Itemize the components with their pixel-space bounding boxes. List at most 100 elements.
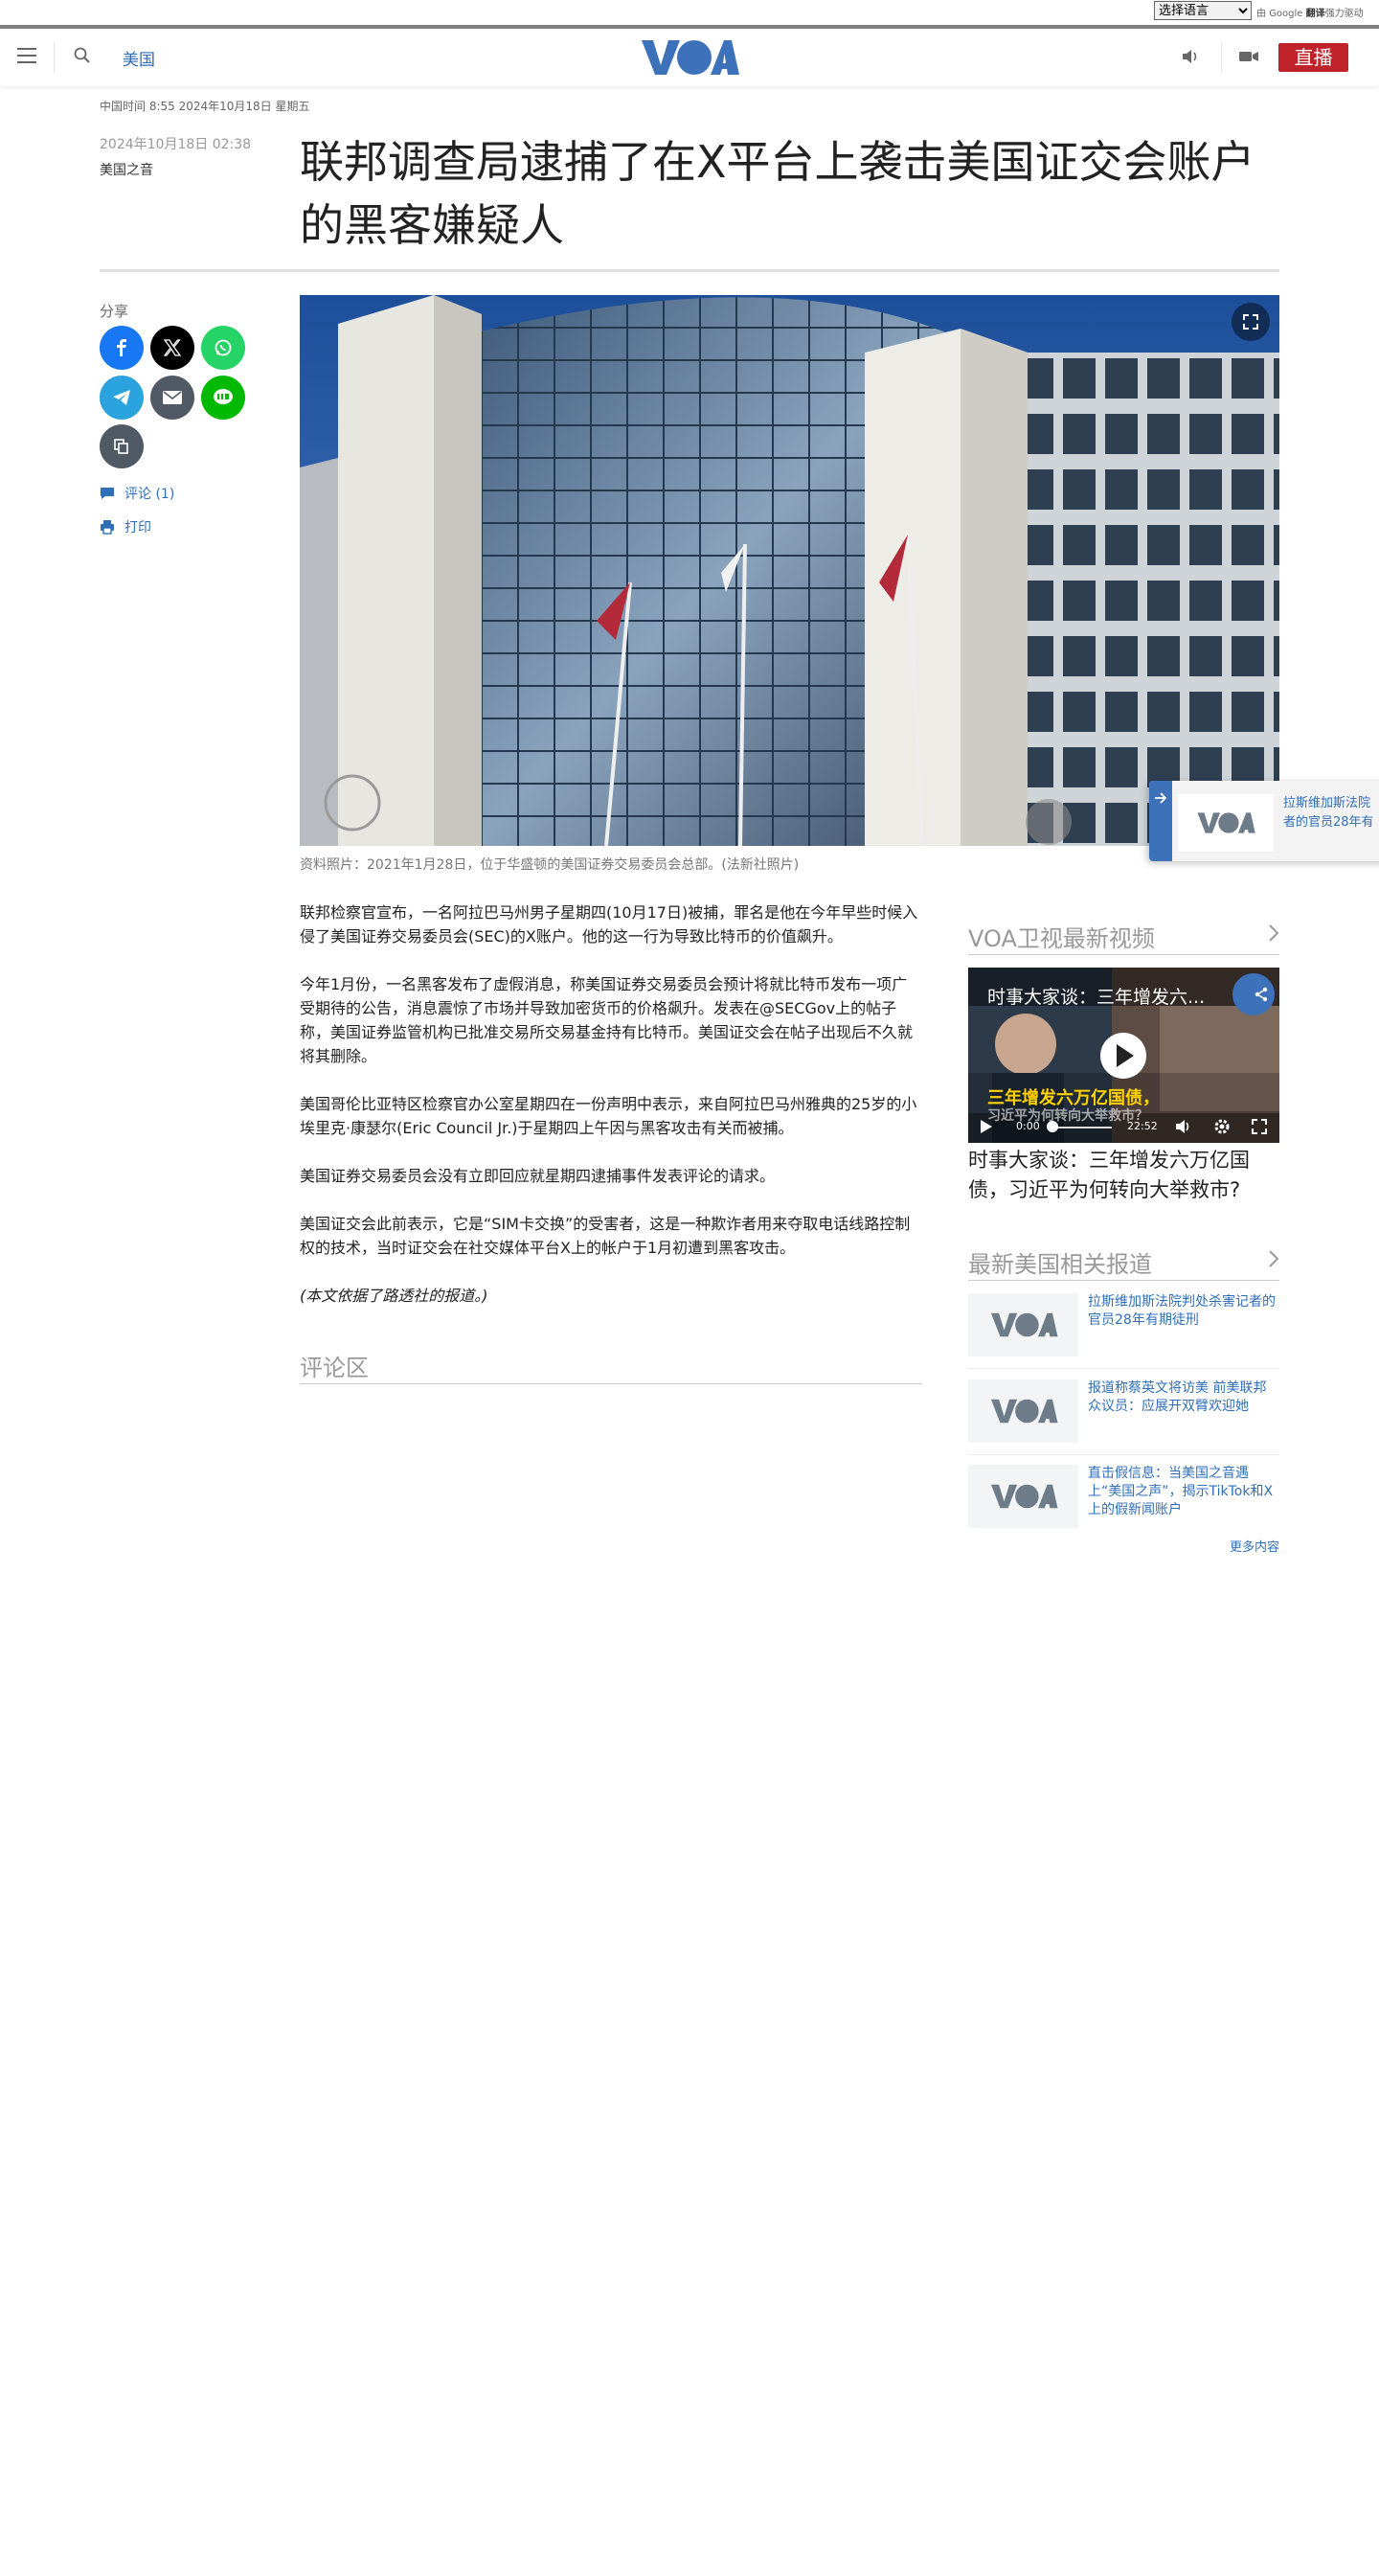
comments-link[interactable]: 评论 (1) xyxy=(100,484,174,503)
powered-prefix: 由 xyxy=(1256,9,1266,19)
related-article-item[interactable]: 直击假信息：当美国之音遇上“美国之声”，揭示TikTok和X上的假新闻账户 xyxy=(968,1465,1279,1528)
audio-icon[interactable] xyxy=(1180,46,1201,67)
chevron-right-icon xyxy=(1269,924,1279,942)
whatsapp-share-button[interactable] xyxy=(201,326,245,370)
voa-logo xyxy=(990,1399,1057,1424)
x-icon xyxy=(164,339,181,356)
comments-label: 评论 (1) xyxy=(124,487,175,502)
fullscreen-icon xyxy=(1243,314,1258,330)
floating-card-thumbnail xyxy=(1178,794,1274,852)
video-title-link[interactable]: 时事大家谈：三年增发六万亿国债，习近平为何转向大举救市? xyxy=(968,1146,1279,1205)
share-label: 分享 xyxy=(100,303,129,320)
x-share-button[interactable] xyxy=(150,326,194,370)
floating-card-line: 者的官员28年有 xyxy=(1283,815,1374,830)
volume-icon[interactable] xyxy=(1175,1119,1192,1134)
powered-suffix: 强力驱动 xyxy=(1324,9,1364,19)
comment-divider xyxy=(300,1383,922,1384)
section-link-us[interactable]: 美国 xyxy=(123,46,155,70)
article-body: 联邦检察官宣布，一名阿拉巴马州男子星期四(10月17日)被捕，罪名是他在今年早些… xyxy=(300,900,922,1332)
google-label: Google xyxy=(1269,9,1303,19)
hero-image xyxy=(300,295,1279,846)
related-separator xyxy=(968,1368,1279,1369)
floating-related-card[interactable]: 拉斯维加斯法院 者的官员28年有 xyxy=(1149,781,1379,861)
related-thumbnail xyxy=(968,1465,1078,1528)
video-camera-icon[interactable] xyxy=(1237,46,1260,67)
header-divider xyxy=(1221,42,1222,73)
voa-logo[interactable] xyxy=(640,36,739,79)
copy-icon xyxy=(114,439,128,454)
printer-icon xyxy=(101,520,114,535)
article-paragraph: 美国证交会此前表示，它是“SIM卡交换”的受害者，这是一种欺诈者用来夺取电话线路… xyxy=(300,1215,911,1257)
floating-card-tab[interactable] xyxy=(1149,781,1172,861)
video-current-time: 0:00 xyxy=(1016,1120,1040,1132)
line-icon xyxy=(214,389,233,404)
dateline: 中国时间 8:55 2024年10月18日 星期五 xyxy=(100,100,310,113)
video-section-heading[interactable]: VOA卫视最新视频 xyxy=(968,920,1279,953)
article-title: 联邦调查局逮捕了在X平台上袭击美国证交会账户的黑客嫌疑人 xyxy=(300,136,1255,251)
sidebar-divider xyxy=(968,954,1279,955)
translate-link[interactable]: 翻译 xyxy=(1306,9,1325,19)
settings-gear-icon[interactable] xyxy=(1213,1118,1231,1135)
related-article-title: 拉斯维加斯法院判处杀害记者的官员28年有期徒刑 xyxy=(1088,1294,1276,1328)
telegram-icon xyxy=(113,390,130,405)
telegram-share-button[interactable] xyxy=(100,376,144,420)
related-article-item[interactable]: 报道称蔡英文将访美 前美联邦众议员：应展开双臂欢迎她 xyxy=(968,1379,1279,1443)
related-thumbnail xyxy=(968,1293,1078,1356)
language-select[interactable]: 选择语言 xyxy=(1154,1,1252,20)
article-paragraph: 联邦检察官宣布，一名阿拉巴马州男子星期四(10月17日)被捕，罪名是他在今年早些… xyxy=(300,903,918,946)
site-header: 美国 直播 xyxy=(0,29,1379,86)
floating-card-line: 拉斯维加斯法院 xyxy=(1283,796,1371,810)
search-icon[interactable] xyxy=(73,46,92,65)
video-player[interactable]: 时事大家谈：三年增发六... 三年增发六万亿国债， 习近平为何转向大举救市？ 0… xyxy=(968,968,1279,1143)
header-divider xyxy=(54,42,55,73)
print-label: 打印 xyxy=(124,520,151,536)
voa-logo xyxy=(990,1484,1057,1509)
voa-logo xyxy=(1197,812,1255,833)
related-thumbnail xyxy=(968,1379,1078,1443)
line-share-button[interactable] xyxy=(201,376,245,420)
envelope-icon xyxy=(163,391,182,404)
article-paragraph: 美国证券交易委员会没有立即回应就星期四逮捕事件发表评论的请求。 xyxy=(300,1167,776,1185)
more-content-link[interactable]: 更多内容 xyxy=(1149,1537,1279,1555)
comment-section-title: 评论区 xyxy=(300,1355,369,1381)
video-heading-label: VOA卫视最新视频 xyxy=(968,925,1155,952)
print-link[interactable]: 打印 xyxy=(100,517,151,536)
video-overlay-title: 时事大家谈：三年增发六... xyxy=(987,987,1206,1008)
related-article-title: 直击假信息：当美国之音遇上“美国之声”，揭示TikTok和X上的假新闻账户 xyxy=(1088,1466,1274,1517)
live-button[interactable]: 直播 xyxy=(1278,43,1348,72)
facebook-share-button[interactable] xyxy=(100,326,144,370)
source-note: (本文依据了路透社的报道。) xyxy=(300,1287,488,1305)
related-article-item[interactable]: 拉斯维加斯法院判处杀害记者的官员28年有期徒刑 xyxy=(968,1293,1279,1356)
author: 美国之音 xyxy=(100,163,153,178)
related-heading-label: 最新美国相关报道 xyxy=(968,1251,1152,1278)
sidebar-divider xyxy=(968,1280,1279,1281)
comment-icon xyxy=(101,488,114,499)
expand-image-button[interactable] xyxy=(1232,303,1270,341)
whatsapp-icon xyxy=(215,339,232,356)
sec-building-photo xyxy=(300,295,1279,846)
related-separator xyxy=(968,1454,1279,1455)
fullscreen-icon[interactable] xyxy=(1252,1119,1267,1134)
facebook-icon xyxy=(117,339,126,356)
translate-bar: 选择语言 由 Google 翻译强力驱动 xyxy=(0,0,1379,25)
chevron-right-icon xyxy=(1269,1250,1279,1267)
article-paragraph: 今年1月份，一名黑客发布了虚假消息，称美国证券交易委员会预计将就比特币发布一项广… xyxy=(300,975,914,1065)
arrow-right-icon xyxy=(1155,792,1167,804)
voa-logo xyxy=(990,1312,1057,1337)
copy-link-button[interactable] xyxy=(100,424,144,468)
play-icon[interactable] xyxy=(980,1119,993,1134)
image-caption: 资料照片：2021年1月28日，位于华盛顿的美国证券交易委员会总部。(法新社照片… xyxy=(300,857,800,873)
menu-icon[interactable] xyxy=(17,48,36,63)
video-duration: 22:52 xyxy=(1127,1120,1158,1132)
related-section-heading[interactable]: 最新美国相关报道 xyxy=(968,1245,1279,1279)
powered-by-google: 由 Google 翻译强力驱动 xyxy=(1256,5,1364,19)
floating-card-text: 拉斯维加斯法院 者的官员28年有 xyxy=(1283,794,1379,832)
publish-date: 2024年10月18日 02:38 xyxy=(100,137,252,152)
video-scrubber[interactable] xyxy=(1047,1121,1058,1132)
article-paragraph: 美国哥伦比亚特区检察官办公室星期四在一份声明中表示，来自阿拉巴马州雅典的25岁的… xyxy=(300,1095,917,1137)
video-banner-text: 习近平为何转向大举救市？ xyxy=(987,1108,1148,1124)
email-share-button[interactable] xyxy=(150,376,194,420)
title-divider xyxy=(100,269,1279,272)
share-icon[interactable] xyxy=(1254,987,1269,1002)
related-article-title: 报道称蔡英文将访美 前美联邦众议员：应展开双臂欢迎她 xyxy=(1088,1380,1267,1414)
